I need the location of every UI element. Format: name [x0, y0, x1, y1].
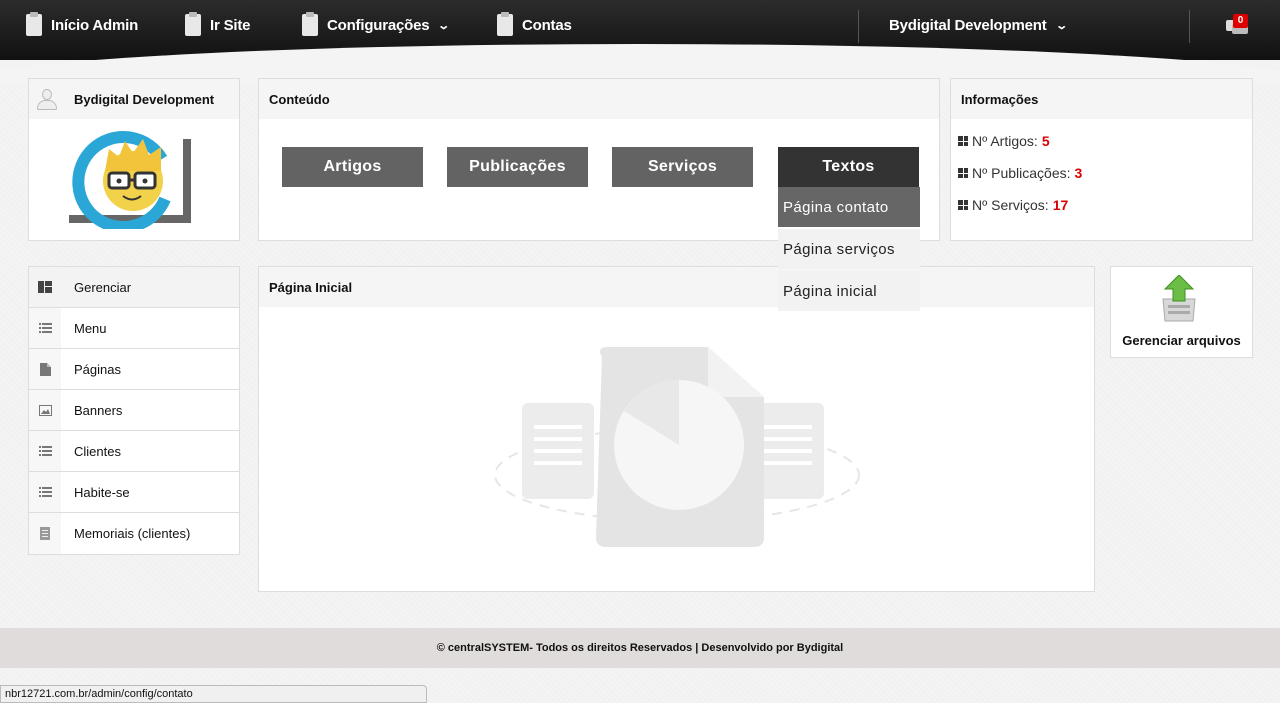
- list-icon: [29, 472, 61, 512]
- gerenciar-arquivos-button[interactable]: Gerenciar arquivos: [1110, 266, 1253, 358]
- sidebar-item-clientes[interactable]: Clientes: [29, 431, 239, 472]
- info-label: Nº Artigos:: [972, 133, 1038, 149]
- grid-icon: [958, 168, 968, 178]
- sidebar-item-label: Habite-se: [74, 484, 130, 500]
- sidebar-item-label: Menu: [74, 320, 107, 336]
- page-icon: [29, 349, 61, 389]
- grid-icon: [958, 136, 968, 146]
- clipboard-icon: [26, 12, 42, 36]
- image-icon: [29, 390, 61, 430]
- info-label: Nº Publicações:: [972, 165, 1071, 181]
- footer-text: © centralSYSTEM- Todos os direitos Reser…: [436, 642, 844, 654]
- pie-chart-document-icon: [494, 347, 860, 547]
- dropdown-item-pagina-contato[interactable]: Página contato: [778, 187, 920, 227]
- textos-button[interactable]: Textos: [778, 147, 919, 187]
- nav-inicio-admin[interactable]: Início Admin: [26, 12, 138, 38]
- upload-box-icon: [1162, 275, 1196, 322]
- sidebar-item-label: Gerenciar: [74, 279, 132, 295]
- sidebar-item-label: Banners: [74, 402, 123, 418]
- browser-status-url: nbr12721.com.br/admin/config/contato: [0, 685, 427, 703]
- list-icon: [29, 308, 61, 348]
- user-panel: Bydigital Development: [28, 78, 240, 241]
- nav-contas-label: Contas: [522, 16, 572, 34]
- sidebar-menu: Gerenciar Menu Páginas Banners Clientes …: [28, 266, 240, 555]
- chevron-down-icon: ⌄: [437, 19, 451, 32]
- nav-ir-site-label: Ir Site: [210, 16, 251, 34]
- info-value: 3: [1074, 165, 1083, 181]
- footer: © centralSYSTEM- Todos os direitos Reser…: [0, 628, 1280, 668]
- info-label: Nº Serviços:: [972, 197, 1049, 213]
- nav-configuracoes-label: Configurações: [327, 16, 430, 34]
- dropdown-item-pagina-servicos[interactable]: Página serviços: [778, 229, 920, 269]
- home-panel-title: Página Inicial: [259, 267, 1094, 307]
- nav-ir-site[interactable]: Ir Site: [185, 12, 250, 38]
- sidebar-item-gerenciar[interactable]: Gerenciar: [29, 267, 239, 308]
- account-menu[interactable]: Bydigital Development ⌄: [889, 12, 1068, 38]
- user-icon: [35, 87, 59, 111]
- nav-divider: [1189, 10, 1190, 43]
- grid-icon: [958, 200, 968, 210]
- sidebar-item-paginas[interactable]: Páginas: [29, 349, 239, 390]
- dashboard-icon: [29, 267, 61, 307]
- nav-divider: [858, 10, 859, 43]
- notification-badge: 0: [1233, 14, 1248, 28]
- user-panel-header: Bydigital Development: [29, 79, 239, 119]
- nav-contas[interactable]: Contas: [497, 12, 572, 38]
- nav-configuracoes[interactable]: Configurações ⌄: [302, 12, 451, 38]
- info-value: 5: [1041, 133, 1050, 149]
- info-row-servicos: Nº Serviços: 17: [958, 197, 1068, 213]
- home-panel: Página Inicial: [258, 266, 1095, 592]
- document-icon: [29, 513, 61, 554]
- list-icon: [29, 431, 61, 471]
- gerenciar-arquivos-label: Gerenciar arquivos: [1122, 333, 1241, 348]
- sidebar-item-menu[interactable]: Menu: [29, 308, 239, 349]
- info-panel-title: Informações: [951, 79, 1252, 119]
- nav-inicio-admin-label: Início Admin: [51, 16, 139, 34]
- textos-dropdown: Página contato Página serviços Página in…: [778, 187, 920, 313]
- nerd-face-logo: [69, 131, 191, 229]
- content-panel-title: Conteúdo: [259, 79, 939, 119]
- clipboard-icon: [497, 12, 513, 36]
- sidebar-item-banners[interactable]: Banners: [29, 390, 239, 431]
- info-row-publicacoes: Nº Publicações: 3: [958, 165, 1082, 181]
- chevron-down-icon: ⌄: [1054, 19, 1068, 32]
- account-name: Bydigital Development: [889, 16, 1047, 34]
- user-name: Bydigital Development: [74, 91, 215, 107]
- info-value: 17: [1052, 197, 1069, 213]
- clipboard-icon: [185, 12, 201, 36]
- clipboard-icon: [302, 12, 318, 36]
- dropdown-item-pagina-inicial[interactable]: Página inicial: [778, 271, 920, 311]
- artigos-button[interactable]: Artigos: [282, 147, 423, 187]
- sidebar-item-memoriais[interactable]: Memoriais (clientes): [29, 513, 239, 554]
- info-panel: Informações Nº Artigos: 5 Nº Publicações…: [950, 78, 1253, 241]
- sidebar-item-label: Páginas: [74, 361, 121, 377]
- info-row-artigos: Nº Artigos: 5: [958, 133, 1050, 149]
- sidebar-item-label: Memoriais (clientes): [74, 526, 191, 541]
- servicos-button[interactable]: Serviços: [612, 147, 753, 187]
- sidebar-item-label: Clientes: [74, 443, 121, 459]
- publicacoes-button[interactable]: Publicações: [447, 147, 588, 187]
- sidebar-item-habite-se[interactable]: Habite-se: [29, 472, 239, 513]
